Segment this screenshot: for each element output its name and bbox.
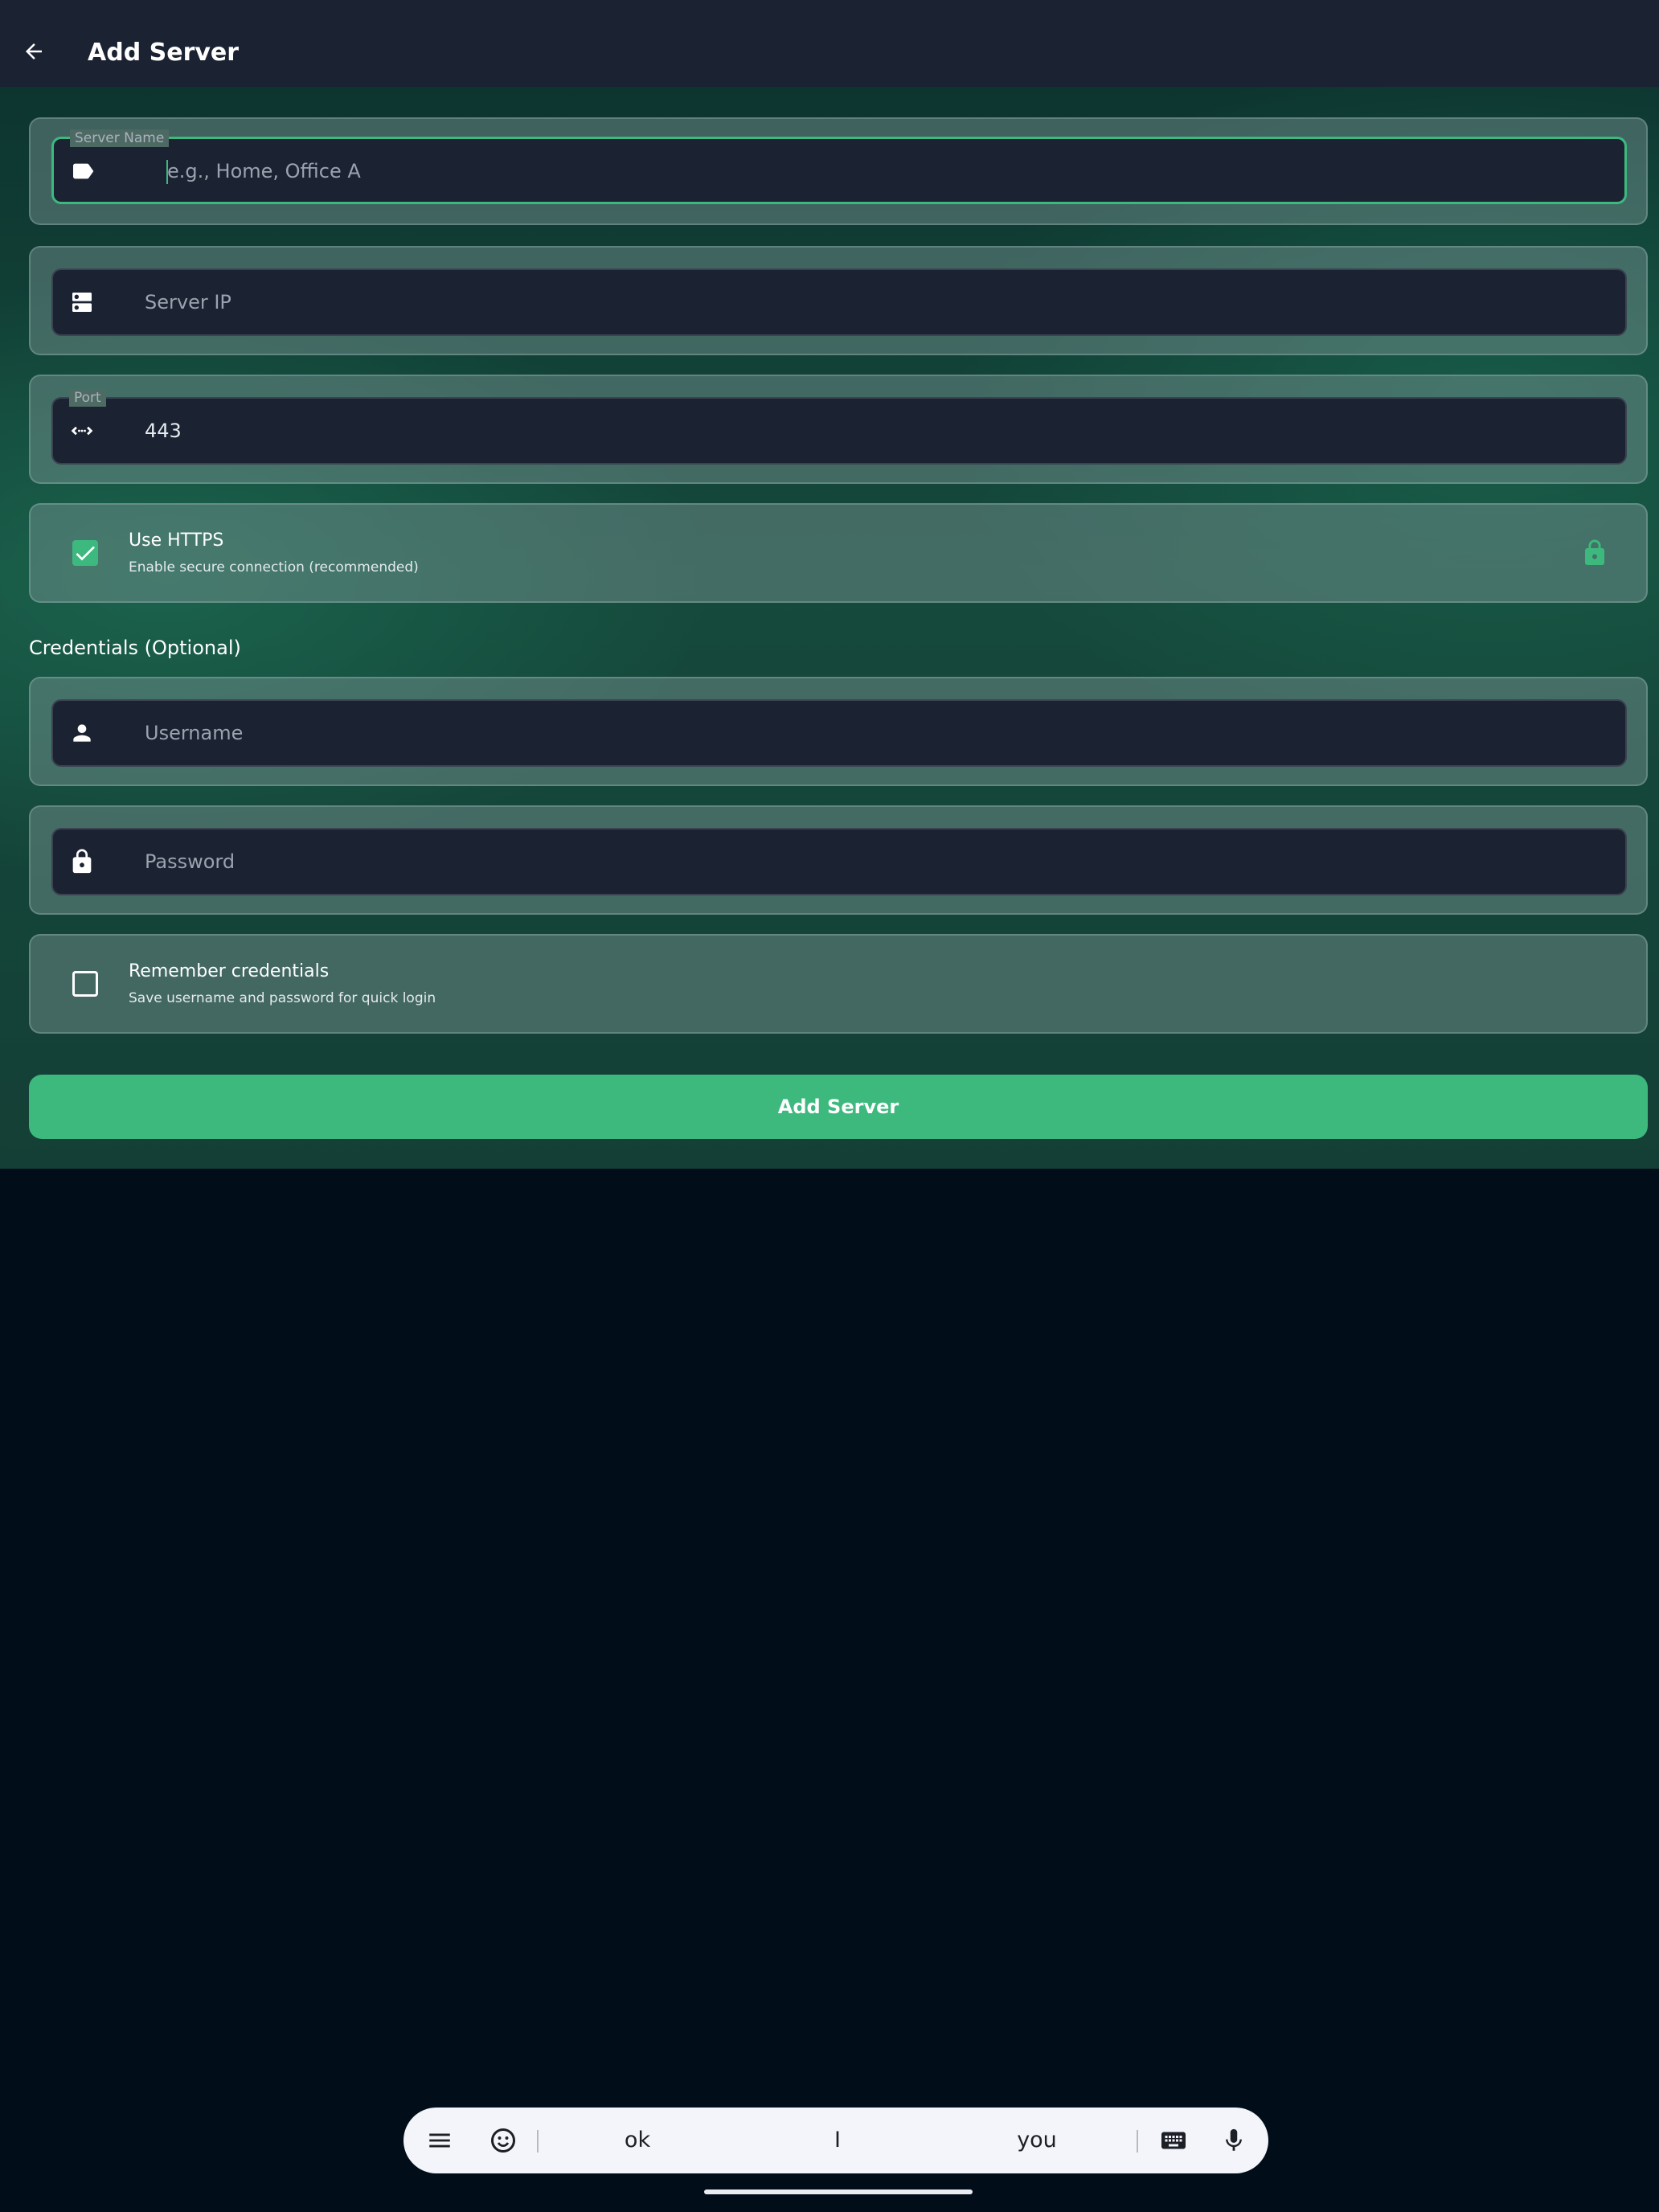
remember-title: Remember credentials: [129, 961, 330, 981]
username-card: Username: [29, 677, 1648, 786]
https-checkbox[interactable]: [72, 540, 98, 566]
form-area: Server Name e.g., Home, Office A Server …: [0, 87, 1659, 1169]
server-ip-card: Server IP: [29, 246, 1648, 355]
https-title: Use HTTPS: [129, 530, 224, 551]
check-icon: [76, 546, 95, 561]
emoji-icon[interactable]: [486, 2124, 520, 2157]
server-name-label: Server Name: [70, 129, 170, 147]
suggestion-1[interactable]: ok: [573, 2108, 702, 2173]
separator: [537, 2130, 539, 2153]
remember-card[interactable]: Remember credentials Save username and p…: [29, 934, 1648, 1034]
credentials-title: Credentials (Optional): [29, 637, 241, 659]
suggestion-2[interactable]: I: [773, 2108, 902, 2173]
https-card[interactable]: Use HTTPS Enable secure connection (reco…: [29, 503, 1648, 603]
home-indicator[interactable]: [704, 2189, 973, 2194]
suggestion-3[interactable]: you: [973, 2108, 1101, 2173]
password-card: Password: [29, 805, 1648, 915]
page-title: Add Server: [88, 39, 240, 67]
username-placeholder: Username: [145, 722, 244, 744]
mic-icon[interactable]: [1217, 2124, 1251, 2157]
app-bar: Add Server: [0, 0, 1659, 87]
keyboard-icon[interactable]: [1157, 2124, 1190, 2157]
person-icon: [68, 719, 96, 748]
label-tag-icon: [68, 157, 97, 186]
code-arrows-icon: [68, 416, 96, 445]
dns-server-icon: [68, 288, 96, 317]
remember-checkbox[interactable]: [72, 971, 98, 997]
lock-icon: [68, 847, 96, 876]
username-field[interactable]: Username: [51, 699, 1627, 767]
server-ip-placeholder: Server IP: [145, 291, 231, 313]
server-name-placeholder: e.g., Home, Office A: [167, 160, 361, 182]
arrow-back-icon: [26, 43, 42, 59]
remember-subtitle: Save username and password for quick log…: [129, 990, 436, 1006]
server-name-field[interactable]: Server Name e.g., Home, Office A: [51, 129, 1627, 204]
https-subtitle: Enable secure connection (recommended): [129, 559, 419, 576]
menu-icon[interactable]: [423, 2124, 457, 2157]
back-button[interactable]: [11, 29, 56, 74]
server-name-card: Server Name e.g., Home, Office A: [29, 117, 1648, 225]
separator: [1137, 2130, 1138, 2153]
lock-icon: [1580, 539, 1609, 567]
port-value: 443: [145, 420, 182, 442]
server-ip-field[interactable]: Server IP: [51, 268, 1627, 336]
password-field[interactable]: Password: [51, 828, 1627, 895]
port-label: Port: [69, 389, 106, 407]
keyboard-suggestion-bar: ok I you: [403, 2108, 1268, 2173]
add-server-button[interactable]: Add Server: [29, 1075, 1648, 1139]
port-field[interactable]: Port 443: [51, 389, 1627, 465]
port-card: Port 443: [29, 375, 1648, 484]
password-placeholder: Password: [145, 850, 236, 873]
